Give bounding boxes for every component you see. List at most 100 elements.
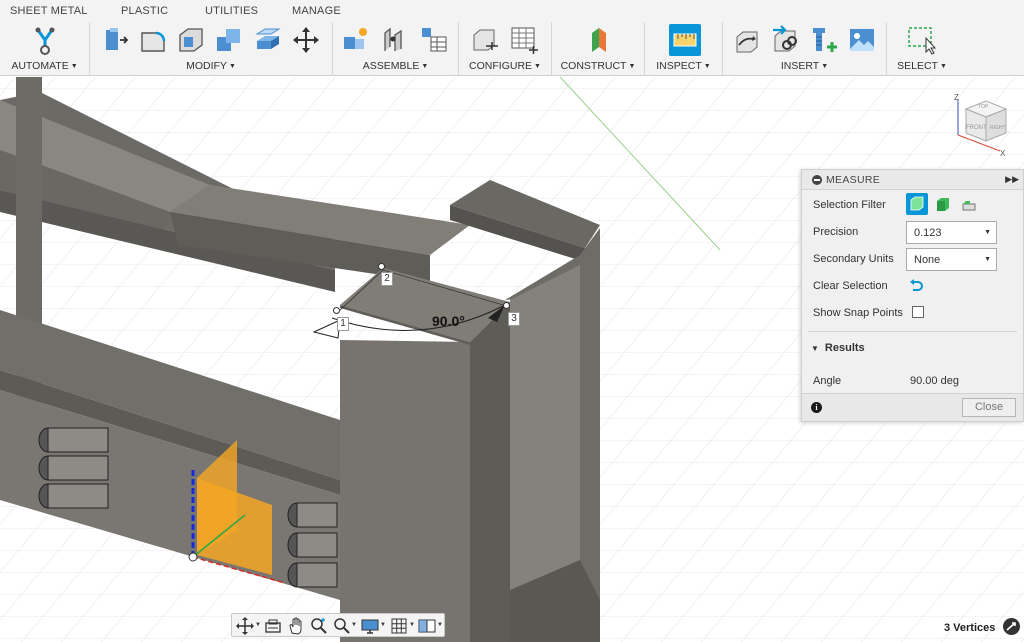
tab-plastic[interactable]: PLASTIC: [121, 5, 168, 17]
select-label[interactable]: SELECT ▼: [887, 60, 957, 72]
grid-settings-icon[interactable]: [389, 616, 409, 636]
measure-icon[interactable]: [669, 24, 701, 56]
viewcube-right-label: RIGHT: [990, 125, 1006, 131]
pan-icon[interactable]: [286, 616, 306, 636]
viewcube-front-label: FRONT: [966, 125, 987, 131]
point-dot: [378, 263, 385, 270]
show-snap-points-label: Show Snap Points: [813, 307, 903, 319]
configure-table-icon[interactable]: [509, 25, 539, 55]
configure-label[interactable]: CONFIGURE ▼: [459, 60, 551, 72]
close-button[interactable]: Close: [962, 398, 1016, 417]
info-icon[interactable]: i: [811, 402, 822, 413]
selection-filter-label: Selection Filter: [813, 199, 886, 211]
joint-icon[interactable]: [379, 25, 409, 55]
chevron-down-icon: ▼: [984, 229, 991, 236]
construct-group: CONSTRUCT ▼: [552, 22, 645, 76]
chevron-down-icon[interactable]: ▼: [437, 622, 443, 628]
press-pull-icon[interactable]: [100, 25, 130, 55]
undo-icon[interactable]: [908, 278, 924, 294]
filter-face-icon[interactable]: [932, 193, 954, 215]
post-front-face: [340, 340, 470, 642]
inspect-label[interactable]: INSPECT ▼: [645, 60, 722, 72]
results-section-toggle[interactable]: ▼ Results: [811, 342, 865, 354]
tab-sheet-metal[interactable]: SHEET METAL: [10, 5, 88, 17]
ribbon-toolbar: AUTOMATE ▼ MODIFY ▼ ASSEMBLE ▼ CONFIGURE…: [0, 22, 1024, 76]
secondary-units-select[interactable]: None ▼: [906, 248, 997, 271]
point-marker-3[interactable]: 3: [503, 302, 520, 326]
offset-face-icon[interactable]: [253, 25, 283, 55]
measure-panel-header[interactable]: MEASURE ▶▶: [802, 170, 1023, 190]
assemble-label[interactable]: ASSEMBLE ▼: [333, 60, 458, 72]
point-dot: [333, 307, 340, 314]
tab-manage[interactable]: MANAGE: [292, 5, 341, 17]
point-label: 1: [337, 317, 349, 331]
selection-filter-row: Selection Filter: [802, 192, 1024, 218]
filter-edge-icon[interactable]: [958, 193, 980, 215]
inspect-group: INSPECT ▼: [645, 22, 723, 76]
chevron-down-icon[interactable]: ▼: [351, 622, 357, 628]
comment-icon[interactable]: [1003, 618, 1020, 635]
insert-link-icon[interactable]: [771, 25, 801, 55]
point-marker-2[interactable]: 2: [378, 263, 393, 286]
point-marker-1[interactable]: 1: [333, 307, 349, 331]
navigation-bar: ▼ ▼ ▼ ▼ ▼: [231, 613, 445, 637]
new-component-icon[interactable]: [341, 25, 371, 55]
zoom-icon[interactable]: [309, 616, 329, 636]
angle-result-row: Angle 90.00 deg: [802, 368, 1024, 394]
tab-utilities[interactable]: UTILITIES: [205, 5, 258, 17]
select-window-icon[interactable]: [906, 25, 937, 55]
table-icon[interactable]: [419, 25, 449, 55]
triangle-down-icon: ▼: [811, 344, 819, 353]
chevron-down-icon[interactable]: ▼: [380, 622, 386, 628]
measure-panel: MEASURE ▶▶ Selection Filter Precision 0.…: [801, 169, 1024, 422]
viewports-icon[interactable]: [417, 616, 437, 636]
clear-selection-label: Clear Selection: [813, 280, 888, 292]
viewcube[interactable]: TOP FRONT RIGHT Z X: [948, 93, 1018, 165]
look-at-icon[interactable]: [263, 616, 283, 636]
automate-label[interactable]: AUTOMATE ▼: [0, 60, 89, 72]
angle-result-value: 90.00 deg: [910, 375, 959, 387]
chevron-down-icon[interactable]: ▼: [255, 622, 261, 628]
fit-icon[interactable]: [332, 616, 352, 636]
secondary-units-row: Secondary Units None ▼: [802, 246, 1024, 272]
move-icon[interactable]: [291, 25, 321, 55]
precision-row: Precision 0.123 ▼: [802, 219, 1024, 245]
insert-derive-icon[interactable]: [733, 25, 763, 55]
results-label: Results: [824, 342, 865, 354]
z-axis-label: Z: [954, 93, 959, 102]
point-label: 3: [508, 312, 520, 326]
chevron-down-icon[interactable]: ▼: [409, 622, 415, 628]
angle-result-label: Angle: [813, 375, 842, 387]
insert-canvas-icon[interactable]: [847, 25, 877, 55]
collapse-icon[interactable]: [812, 175, 822, 185]
precision-label: Precision: [813, 226, 859, 238]
point-dot: [503, 302, 510, 309]
ribbon-tabs: SHEET METAL PLASTIC UTILITIES MANAGE: [0, 0, 1024, 22]
fillet-icon[interactable]: [138, 25, 168, 55]
orbit-icon[interactable]: [235, 616, 255, 636]
select-group: SELECT ▼: [887, 22, 957, 76]
insert-label[interactable]: INSERT ▼: [723, 60, 886, 72]
secondary-units-value: None: [914, 254, 941, 266]
clear-selection-row: Clear Selection: [802, 273, 1024, 299]
measure-title: MEASURE: [826, 174, 881, 186]
filter-body-icon[interactable]: [906, 193, 928, 215]
secondary-units-label: Secondary Units: [813, 253, 894, 265]
show-snap-points-checkbox[interactable]: [912, 306, 924, 318]
display-settings-icon[interactable]: [360, 616, 380, 636]
precision-select[interactable]: 0.123 ▼: [906, 221, 997, 244]
modify-label[interactable]: MODIFY ▼: [90, 60, 332, 72]
insert-group: INSERT ▼: [723, 22, 887, 76]
chevron-down-icon: ▼: [984, 256, 991, 263]
configure-icon[interactable]: [470, 25, 500, 55]
assemble-group: ASSEMBLE ▼: [333, 22, 459, 76]
insert-mcmaster-icon[interactable]: [809, 25, 839, 55]
measure-panel-footer: i Close: [802, 393, 1023, 421]
expand-panel-icon[interactable]: ▶▶: [1005, 174, 1019, 185]
automate-icon[interactable]: [30, 25, 60, 55]
divider: [808, 331, 1017, 332]
combine-icon[interactable]: [214, 25, 244, 55]
construct-plane-icon[interactable]: [584, 25, 614, 55]
construct-label[interactable]: CONSTRUCT ▼: [552, 60, 644, 72]
shell-icon[interactable]: [176, 25, 206, 55]
